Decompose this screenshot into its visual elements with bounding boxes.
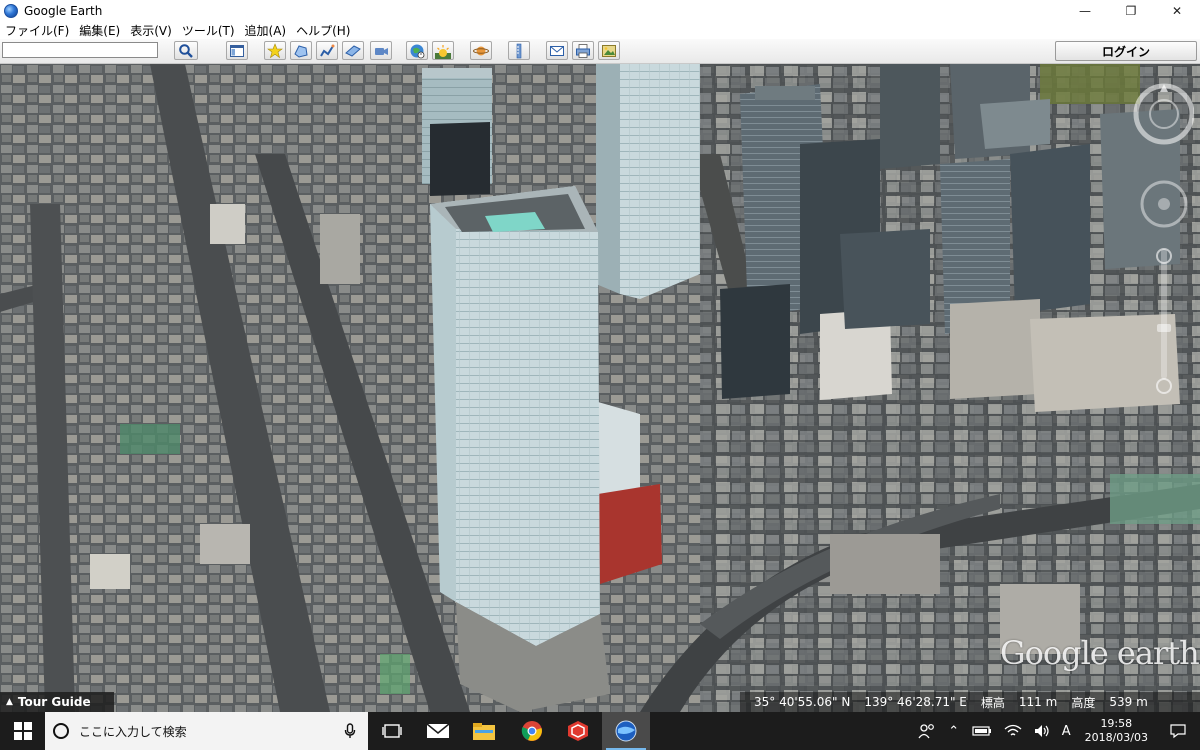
sketchup-icon [568, 721, 588, 741]
map-3d-view[interactable]: Google earth ▲ Tour Guide 35° 40'55.06" … [0, 64, 1200, 712]
taskbar-search-box[interactable]: ここに入力して検索 [45, 712, 368, 750]
title-bar: Google Earth — ❐ ✕ [0, 0, 1200, 22]
windows-taskbar: ここに入力して検索 ⌃ A 19:58 2018/03/03 [0, 712, 1200, 750]
look-joystick-icon[interactable] [1140, 180, 1188, 228]
planets-button[interactable] [470, 41, 492, 60]
chrome-button[interactable] [508, 712, 556, 750]
email-icon [550, 45, 564, 56]
menu-file[interactable]: ファイル(F) [0, 22, 74, 39]
chevron-up-icon: ⌃ [948, 723, 960, 739]
coordinates-status-bar: 35° 40'55.06" N 139° 46'28.71" E 標高 111 … [740, 692, 1200, 712]
menu-help[interactable]: ヘルプ(H) [291, 22, 355, 39]
clock-time: 19:58 [1100, 717, 1133, 730]
sidebar-icon [230, 44, 244, 57]
eye-altitude-label: 高度 [1071, 695, 1096, 710]
login-button[interactable]: ログイン [1055, 41, 1197, 61]
sketchup-button[interactable] [554, 712, 602, 750]
menu-edit[interactable]: 編集(E) [74, 22, 125, 39]
add-image-overlay-button[interactable] [342, 41, 364, 60]
battery-status[interactable] [966, 712, 998, 750]
mail-app-button[interactable] [414, 712, 462, 750]
longitude-readout: 139° 46'28.71" E [864, 695, 967, 709]
add-polygon-icon [294, 44, 308, 58]
menu-add[interactable]: 追加(A) [240, 22, 292, 39]
minimize-button[interactable]: — [1062, 0, 1108, 22]
elevation-label: 標高 [980, 695, 1005, 710]
chevron-up-icon: ▲ [6, 697, 13, 707]
email-button[interactable] [546, 41, 568, 60]
eye-altitude-value: 539 m [1109, 695, 1148, 709]
add-polygon-button[interactable] [290, 41, 312, 60]
add-placemark-button[interactable] [264, 41, 286, 60]
historical-imagery-icon [410, 44, 425, 58]
add-image-overlay-icon [345, 44, 361, 57]
taskbar-search-placeholder: ここに入力して検索 [79, 724, 187, 739]
volume-status[interactable] [1028, 712, 1056, 750]
print-icon [576, 43, 590, 58]
ruler-button[interactable] [508, 41, 530, 60]
window-controls: — ❐ ✕ [1062, 0, 1200, 22]
sun-icon [435, 44, 451, 59]
record-tour-icon [375, 47, 388, 55]
notification-icon [1170, 724, 1186, 739]
sun-button[interactable] [432, 41, 454, 60]
chrome-icon [521, 721, 542, 741]
file-explorer-icon [473, 723, 495, 740]
people-icon [918, 724, 934, 739]
clock[interactable]: 19:58 2018/03/03 [1077, 717, 1156, 745]
wifi-status[interactable] [998, 712, 1028, 750]
cortana-icon [53, 723, 69, 739]
save-image-icon [602, 44, 616, 57]
add-path-icon [320, 44, 335, 57]
google-earth-icon [615, 720, 637, 742]
file-explorer-button[interactable] [460, 712, 508, 750]
add-placemark-icon [267, 42, 283, 58]
microphone-icon[interactable] [344, 723, 356, 739]
aerial-city-imagery [0, 64, 1200, 712]
tour-guide-button[interactable]: ▲ Tour Guide [0, 692, 114, 712]
google-earth-watermark: Google earth [1000, 634, 1200, 672]
navigation-controls[interactable] [1124, 74, 1194, 404]
system-tray: ⌃ A 19:58 2018/03/03 [912, 712, 1200, 750]
compass-ring-icon[interactable] [1133, 83, 1194, 145]
toolbar: ログイン [0, 39, 1200, 64]
show-hidden-icons-button[interactable]: ⌃ [942, 712, 966, 750]
search-icon [179, 43, 193, 58]
search-input[interactable] [2, 42, 158, 58]
volume-icon [1034, 725, 1049, 737]
close-button[interactable]: ✕ [1154, 0, 1200, 22]
planets-icon [473, 46, 489, 55]
google-earth-taskbar-button[interactable] [602, 712, 650, 750]
mail-icon [426, 723, 450, 738]
latitude-readout: 35° 40'55.06" N [754, 695, 851, 709]
clock-date: 2018/03/03 [1084, 731, 1148, 744]
menu-bar: ファイル(F) 編集(E) 表示(V) ツール(T) 追加(A) ヘルプ(H) [0, 22, 1200, 39]
battery-icon [972, 726, 991, 736]
google-earth-icon [4, 4, 18, 18]
action-center-button[interactable] [1156, 712, 1200, 750]
sidebar-toggle-button[interactable] [226, 41, 248, 60]
add-path-button[interactable] [316, 41, 338, 60]
task-view-icon [382, 724, 402, 738]
maximize-button[interactable]: ❐ [1108, 0, 1154, 22]
people-button[interactable] [912, 712, 942, 750]
print-button[interactable] [572, 41, 594, 60]
menu-tools[interactable]: ツール(T) [177, 22, 240, 39]
save-image-button[interactable] [598, 41, 620, 60]
record-tour-button[interactable] [370, 41, 392, 60]
zoom-slider-icon[interactable] [1156, 248, 1172, 394]
window-title: Google Earth [24, 4, 103, 18]
historical-imagery-button[interactable] [406, 41, 428, 60]
menu-view[interactable]: 表示(V) [125, 22, 177, 39]
ime-indicator[interactable]: A [1056, 712, 1077, 750]
ruler-icon [516, 43, 522, 58]
search-button[interactable] [174, 41, 198, 60]
start-button[interactable] [0, 712, 45, 750]
wifi-icon [1004, 724, 1022, 736]
windows-logo-icon [13, 722, 32, 740]
elevation-value: 111 m [1018, 695, 1058, 709]
tour-guide-label: Tour Guide [17, 695, 91, 709]
task-view-button[interactable] [368, 712, 416, 750]
